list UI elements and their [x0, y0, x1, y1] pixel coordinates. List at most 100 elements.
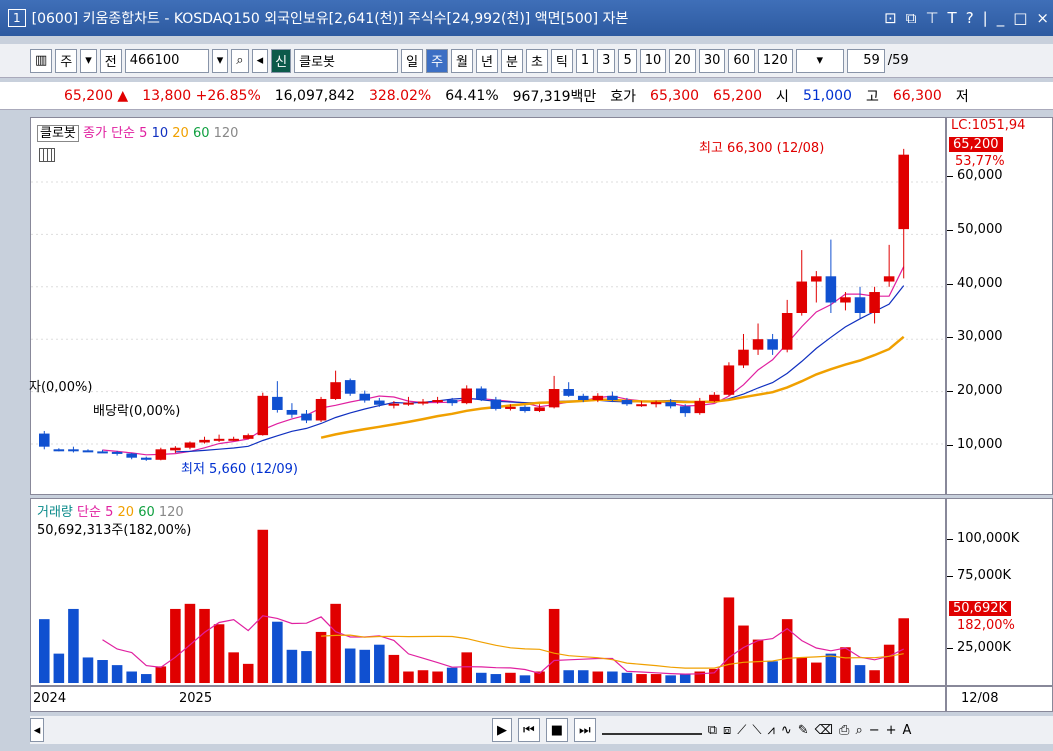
axis-tick-50000: 50,000	[957, 222, 1003, 237]
candle-body	[374, 400, 385, 405]
volume-bar	[111, 665, 123, 683]
volume-bar	[607, 671, 618, 683]
mode-select[interactable]: 주	[55, 48, 78, 73]
zoom-in-icon[interactable]: +	[886, 723, 897, 738]
help-icon[interactable]: ?	[966, 9, 974, 27]
volume-bar	[82, 657, 94, 683]
minimize-icon[interactable]: _	[997, 9, 1005, 27]
trade-amount: 967,319백만	[512, 88, 597, 105]
axis-tick-60000: 60,000	[957, 168, 1003, 183]
info-bar: 65,200 ▲ 13,800 +26.85% 16,097,842 328.0…	[0, 82, 1053, 110]
jeon-button[interactable]: 전	[99, 48, 122, 73]
price-flag: 65,200	[949, 137, 1003, 152]
interval-1[interactable]: 1	[575, 48, 595, 73]
candle-body	[505, 406, 516, 409]
scroll-left-icon[interactable]: ◂	[30, 718, 44, 742]
candle-body	[767, 339, 778, 350]
volume-plot	[39, 529, 909, 683]
stock-code-input[interactable]: 466100	[124, 48, 209, 73]
pen-icon[interactable]: ✎	[798, 723, 809, 738]
zoom-out-icon[interactable]: −	[869, 723, 880, 738]
trend-icon[interactable]: ⩘	[768, 723, 775, 738]
candle-body	[898, 154, 909, 230]
candle-body	[388, 403, 400, 406]
maximize-icon[interactable]: □	[1013, 9, 1027, 27]
interval-60[interactable]: 60	[728, 48, 755, 73]
stop-icon[interactable]: ■	[545, 718, 568, 742]
volume-bar	[53, 653, 65, 683]
layout-a-icon[interactable]: ⧉	[708, 723, 717, 738]
pin-icon[interactable]: ⊤	[925, 9, 938, 27]
ma10-line	[175, 285, 905, 453]
volume-bar	[301, 651, 312, 683]
candle-body	[286, 409, 298, 415]
volume-bar	[476, 672, 487, 683]
ask-price: 65,300	[650, 87, 700, 104]
interval-20[interactable]: 20	[669, 48, 696, 73]
divider-icon: |	[982, 9, 988, 27]
layout-icon[interactable]: ▥	[30, 48, 53, 73]
draw-line-icon[interactable]: ⟍	[752, 723, 761, 738]
close-icon[interactable]: ×	[1036, 9, 1049, 27]
candle-body	[738, 349, 749, 366]
period-week[interactable]: 주	[426, 48, 449, 73]
candle-body	[811, 276, 822, 282]
volume-bar	[330, 603, 341, 683]
period-tick[interactable]: 틱	[550, 48, 573, 73]
interval-10[interactable]: 10	[639, 48, 667, 73]
volume-bar	[577, 670, 589, 683]
candle-body	[111, 451, 123, 454]
candle-body	[97, 451, 108, 454]
wave-icon[interactable]: ∿	[781, 723, 792, 738]
zoom-icon[interactable]: ⌕	[855, 723, 862, 738]
volume-bar	[432, 671, 443, 683]
candle-body	[68, 449, 79, 452]
candle-body	[272, 396, 283, 410]
interval-30[interactable]: 30	[698, 48, 726, 73]
period-month[interactable]: 월	[451, 48, 474, 73]
volume-bar	[315, 631, 327, 683]
volume-panel[interactable]: 거래량 단순 5 20 60 120 50,692,313주(182,00%)	[30, 498, 946, 686]
period-year[interactable]: 년	[476, 48, 498, 73]
search-icon[interactable]: ⌕	[231, 48, 249, 73]
mode-dropdown-icon[interactable]: ▾	[80, 48, 97, 73]
sound-icon[interactable]: ◂	[251, 48, 269, 73]
volume-axis: 100,000K 75,000K 50,692K 182,00% 25,000K	[946, 498, 1053, 686]
volume-bar	[505, 672, 516, 683]
window-icon[interactable]: ⧉	[906, 9, 917, 27]
volume-bar	[417, 670, 429, 683]
font-icon[interactable]: A	[903, 723, 912, 738]
play-icon[interactable]: ▶	[492, 718, 512, 742]
candle-body	[607, 395, 618, 401]
volume-bar	[228, 652, 239, 683]
chart-line-icon[interactable]: ⟋	[737, 723, 746, 738]
current-price: 65,200 ▲	[64, 87, 129, 104]
layout-b-icon[interactable]: ⧈	[723, 723, 731, 738]
volume-ratio: 328.02%	[368, 87, 432, 104]
candle-body	[490, 399, 502, 409]
print-icon[interactable]: ⎙	[839, 723, 849, 738]
count-dropdown[interactable]: ▾	[795, 48, 844, 73]
period-day[interactable]: 일	[401, 48, 424, 73]
period-second[interactable]: 초	[525, 48, 548, 73]
candle-body	[621, 400, 633, 405]
interval-120[interactable]: 120	[757, 48, 793, 73]
forward-icon[interactable]: ⏭	[574, 718, 596, 742]
interval-5[interactable]: 5	[618, 48, 637, 73]
code-dropdown-icon[interactable]: ▾	[211, 48, 229, 73]
rewind-icon[interactable]: ⏮	[518, 718, 540, 742]
interval-3[interactable]: 3	[597, 48, 616, 73]
price-chart-panel[interactable]: 클로봇 종가 단순 5 10 20 60 120 최고 66,300 (12/0…	[29, 117, 946, 495]
count-input[interactable]: 59	[846, 48, 885, 73]
eraser-icon[interactable]: ⌫	[815, 723, 833, 738]
candle-body	[723, 365, 735, 395]
window-number: 1	[8, 9, 26, 27]
volume-bar	[286, 649, 298, 683]
period-minute[interactable]: 분	[500, 48, 523, 73]
volume-bar	[170, 608, 181, 683]
candle-body	[155, 449, 167, 460]
zoom-slider[interactable]	[601, 725, 702, 735]
restore-icon[interactable]: ⊡	[884, 9, 897, 27]
text-icon[interactable]: T	[948, 9, 957, 27]
volume-bar	[723, 597, 735, 683]
